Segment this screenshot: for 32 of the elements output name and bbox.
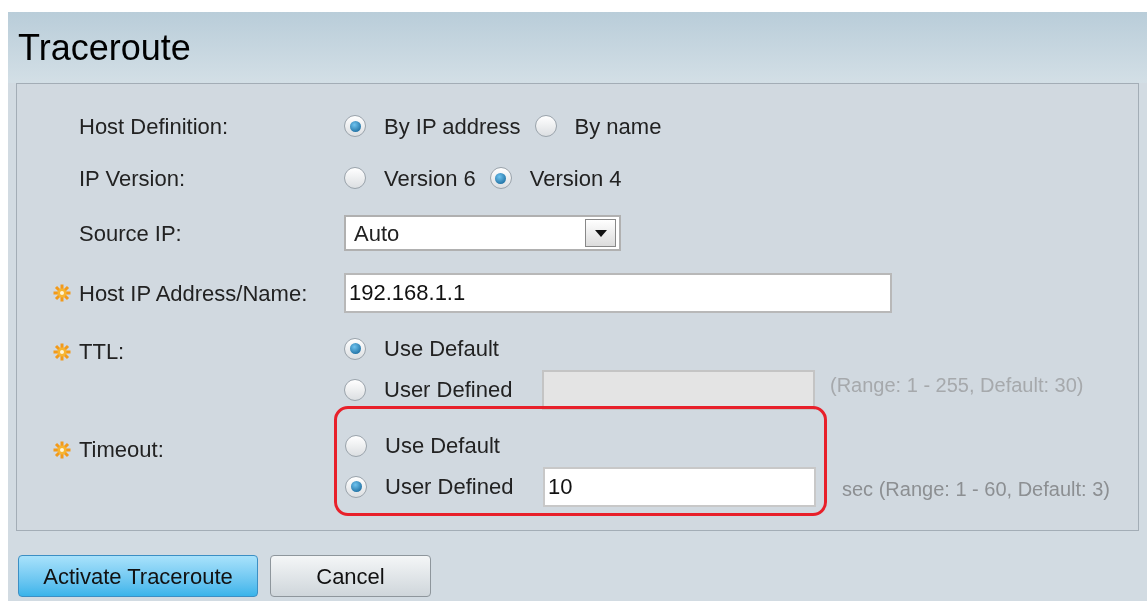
radio-button[interactable] xyxy=(345,475,367,498)
field-label: Host IP Address/Name: xyxy=(78,279,308,308)
radio-button[interactable] xyxy=(489,167,512,189)
cancel-button[interactable]: Cancel xyxy=(270,555,431,597)
radio-label: User Defined xyxy=(385,473,514,501)
radio-button[interactable] xyxy=(344,337,366,360)
field-label: Host Definition: xyxy=(78,112,229,141)
field-label: IP Version: xyxy=(78,164,185,193)
page-title: Traceroute xyxy=(18,25,191,70)
activate-button[interactable]: Activate Traceroute xyxy=(18,555,258,597)
radio-label: By IP address xyxy=(384,112,521,141)
radio-label: Version 6 xyxy=(384,164,476,193)
host-address-field[interactable]: 192.168.1.1 xyxy=(344,273,892,313)
range-hint: sec (Range: 1 - 60, Default: 3) xyxy=(842,477,1110,502)
required-star-icon xyxy=(53,342,71,361)
radio-button[interactable] xyxy=(345,434,367,457)
dropdown-caret-icon xyxy=(594,229,607,237)
radio-button[interactable] xyxy=(534,115,557,137)
source-ip-dropdown[interactable]: Auto xyxy=(344,215,621,251)
field-label: Source IP: xyxy=(78,219,182,248)
radio-label: By name xyxy=(574,112,662,141)
radio-button[interactable] xyxy=(344,167,366,189)
field-label: TTL: xyxy=(78,338,125,366)
radio-label: Version 4 xyxy=(529,164,622,193)
required-star-icon xyxy=(53,440,71,459)
required-star-icon xyxy=(53,284,71,302)
radio-label: Use Default xyxy=(384,335,499,363)
radio-label: Use Default xyxy=(385,432,500,460)
field-label: Timeout: xyxy=(78,436,164,464)
radio-label: User Defined xyxy=(384,376,513,404)
radio-button[interactable] xyxy=(344,115,366,137)
value-field[interactable]: 10 xyxy=(543,466,816,507)
